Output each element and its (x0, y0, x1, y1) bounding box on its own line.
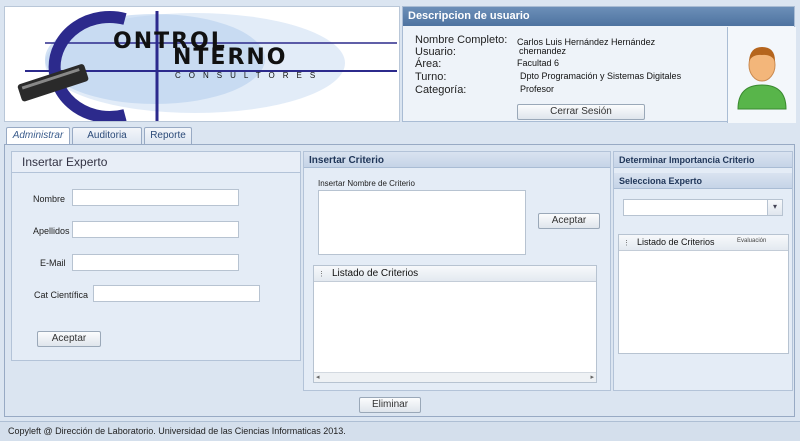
logout-button[interactable]: Cerrar Sesión (517, 104, 645, 120)
label-full-name: Nombre Completo: (415, 34, 508, 46)
insert-criterion-section: Insertar Criterio Insertar Nombre de Cri… (303, 151, 611, 391)
criterion-name-label: Insertar Nombre de Criterio (318, 179, 415, 188)
avatar (727, 27, 796, 123)
label-cat-cientifica: Cat Científica (34, 290, 89, 300)
value-username: chernandez (519, 46, 567, 56)
logo-line2: NTERNO (173, 45, 288, 70)
horizontal-scrollbar[interactable]: ◂ ▸ (314, 372, 596, 382)
delete-button[interactable]: Eliminar (359, 397, 421, 413)
insert-criterion-title: Insertar Criterio (304, 152, 610, 168)
criterion-accept-button[interactable]: Aceptar (538, 213, 600, 229)
evaluation-list-title: Listado de Criterios (637, 237, 715, 247)
importance-title: Determinar Importancia Criterio (614, 152, 792, 168)
label-shift: Turno: (415, 71, 447, 83)
column-grip-icon: ⋮ (318, 271, 325, 278)
criterion-name-textarea[interactable] (318, 190, 526, 255)
user-panel-title: Descripcion de usuario (403, 7, 794, 26)
scroll-left-icon[interactable]: ◂ (316, 373, 320, 381)
tab-content: Insertar Experto Nombre Apellidos E-Mail… (4, 144, 795, 417)
evaluation-list-header: ⋮ Listado de Criterios Evaluación (619, 235, 788, 251)
label-email: E-Mail (40, 258, 66, 268)
criteria-list[interactable]: ⋮ Listado de Criterios ◂ ▸ (313, 265, 597, 383)
column-grip-icon: ⋮ (623, 240, 630, 247)
criteria-evaluation-list[interactable]: ⋮ Listado de Criterios Evaluación (618, 234, 789, 354)
tab-reporte[interactable]: Reporte (144, 127, 192, 144)
logo-banner: ONTROL NTERNO CONSULTORES (4, 6, 400, 122)
criteria-list-header: ⋮ Listado de Criterios (314, 266, 596, 282)
insert-expert-section: Insertar Experto Nombre Apellidos E-Mail… (11, 151, 301, 361)
value-shift: Dpto Programación y Sistemas Digitales (520, 71, 682, 81)
label-area: Área: (415, 58, 442, 70)
cat-cientifica-input[interactable] (93, 285, 260, 302)
nombre-input[interactable] (72, 189, 239, 206)
evaluation-column-header: Evaluación (737, 238, 767, 244)
importance-section: Determinar Importancia Criterio Seleccio… (613, 151, 793, 391)
chevron-down-icon[interactable]: ▾ (767, 200, 782, 215)
scroll-right-icon[interactable]: ▸ (590, 373, 594, 381)
criteria-list-title: Listado de Criterios (332, 268, 419, 279)
tab-administrar[interactable]: Administrar (6, 127, 70, 145)
tab-auditoria[interactable]: Auditoria (72, 127, 142, 144)
label-category: Categoría: (415, 84, 467, 96)
user-avatar-icon (737, 47, 787, 110)
expert-accept-button[interactable]: Aceptar (37, 331, 101, 347)
value-category: Profesor (520, 84, 555, 94)
insert-expert-title: Insertar Experto (12, 152, 300, 173)
expert-select[interactable]: ▾ (623, 199, 783, 216)
label-username: Usuario: (415, 46, 456, 58)
label-apellidos: Apellidos (33, 226, 70, 236)
label-nombre: Nombre (33, 194, 66, 204)
logo-subtitle: CONSULTORES (175, 71, 324, 80)
user-description-panel: Descripcion de usuario Nombre Completo: … (402, 6, 796, 123)
value-area: Facultad 6 (517, 58, 560, 68)
footer: Copyleft @ Dirección de Laboratorio. Uni… (0, 421, 800, 441)
apellidos-input[interactable] (72, 221, 239, 238)
email-input[interactable] (72, 254, 239, 271)
select-expert-title: Selecciona Experto (614, 173, 792, 189)
